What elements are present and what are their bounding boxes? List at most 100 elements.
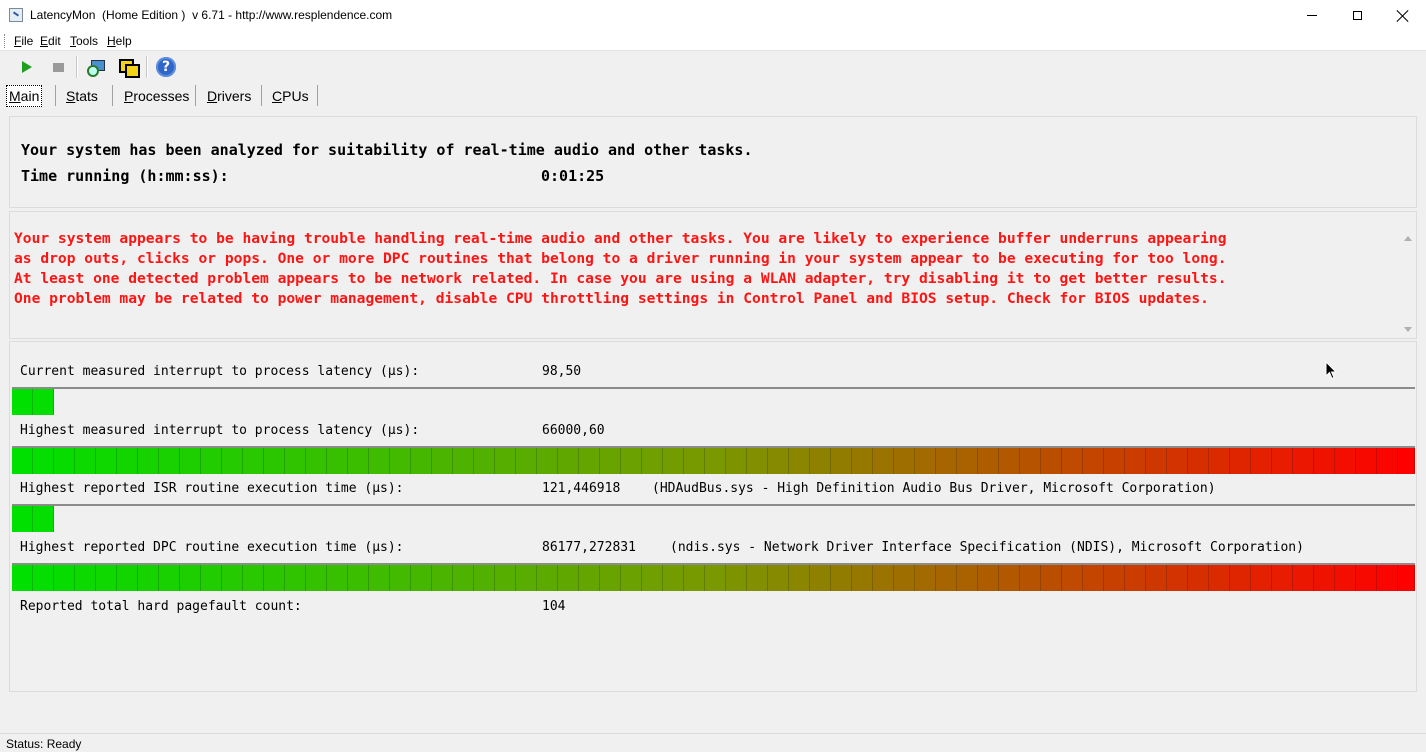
warning-line: One problem may be related to power mana… [14, 290, 1209, 307]
bar-segment [12, 389, 33, 415]
bar-segment [180, 565, 201, 591]
latencymon-app-icon [9, 8, 23, 22]
bar-segment [516, 565, 537, 591]
bar-segment [369, 448, 390, 474]
menu-help[interactable]: Help [107, 34, 132, 48]
bar-segment [1020, 565, 1041, 591]
bar-segment [810, 448, 831, 474]
tab-separator [317, 85, 318, 106]
bar-segment [1251, 565, 1272, 591]
menu-file[interactable]: File [14, 34, 33, 48]
bar-segment [1293, 565, 1314, 591]
menu-tools[interactable]: Tools [70, 34, 98, 48]
isr-driver-info: (HDAudBus.sys - High Definition Audio Bu… [652, 481, 1216, 496]
bar-segment [726, 565, 747, 591]
bar-segment [474, 448, 495, 474]
bar-segment [264, 565, 285, 591]
bar-segment [1335, 565, 1356, 591]
bar-segment [33, 565, 54, 591]
bar-segment [1146, 448, 1167, 474]
report-button[interactable] [84, 55, 108, 79]
summary-headline: Your system has been analyzed for suitab… [21, 141, 753, 159]
pagefault-count-value: 104 [542, 599, 566, 614]
bar-segment [978, 565, 999, 591]
scroll-up-arrow-icon[interactable] [1404, 236, 1412, 241]
current-latency-bar [12, 387, 1415, 415]
bar-segment [621, 565, 642, 591]
tab-stats[interactable]: Stats [64, 86, 100, 106]
bar-segment [684, 448, 705, 474]
bar-segment [348, 565, 369, 591]
bar-segment [411, 565, 432, 591]
tab-separator [261, 85, 262, 106]
bar-segment [117, 565, 138, 591]
bar-segment [936, 565, 957, 591]
bar-segment [1041, 448, 1062, 474]
bar-segment [327, 565, 348, 591]
analysis-summary-panel: Your system has been analyzed for suitab… [9, 116, 1417, 208]
stop-icon [52, 62, 64, 72]
tab-cpus[interactable]: CPUs [270, 86, 311, 106]
bar-segment [810, 565, 831, 591]
bar-segment [600, 448, 621, 474]
bar-segment [12, 565, 33, 591]
help-button[interactable]: ? [154, 55, 178, 79]
maximize-button[interactable] [1334, 0, 1380, 31]
bar-segment [33, 389, 54, 415]
bar-segment [999, 448, 1020, 474]
bar-segment [285, 448, 306, 474]
bar-segment [726, 448, 747, 474]
scroll-down-arrow-icon[interactable] [1404, 327, 1412, 332]
bar-segment [579, 565, 600, 591]
bar-segment [96, 448, 117, 474]
bar-segment [1167, 565, 1188, 591]
stop-button[interactable] [46, 55, 70, 79]
bar-segment [1083, 565, 1104, 591]
bar-segment [1104, 565, 1125, 591]
toolbar-separator [146, 56, 148, 78]
close-button[interactable] [1380, 0, 1426, 31]
time-running-value: 0:01:25 [541, 167, 605, 185]
bar-segment [558, 565, 579, 591]
bar-segment [915, 565, 936, 591]
bar-segment [264, 448, 285, 474]
bar-segment [1188, 448, 1209, 474]
bar-segment [1314, 565, 1335, 591]
warning-panel[interactable]: Your system appears to be having trouble… [9, 211, 1417, 339]
bar-segment [390, 448, 411, 474]
tab-processes[interactable]: Processes [122, 86, 191, 106]
tab-main[interactable]: Main [6, 85, 43, 107]
bar-segment [285, 565, 306, 591]
bar-segment [768, 448, 789, 474]
bar-segment [54, 565, 75, 591]
play-icon [22, 61, 32, 73]
bar-segment [411, 448, 432, 474]
copy-icon [118, 58, 140, 78]
bar-segment [306, 448, 327, 474]
bar-segment [1356, 565, 1377, 591]
bar-segment [957, 448, 978, 474]
bar-segment [1251, 448, 1272, 474]
bar-segment [978, 448, 999, 474]
status-bar: Status: Ready [0, 733, 1426, 752]
tab-drivers[interactable]: Drivers [205, 86, 253, 106]
bar-segment [852, 565, 873, 591]
bar-segment [12, 448, 33, 474]
menu-edit[interactable]: Edit [40, 34, 61, 48]
bar-segment [453, 448, 474, 474]
bar-segment [999, 565, 1020, 591]
bar-segment [1356, 448, 1377, 474]
bar-segment [1125, 448, 1146, 474]
bar-segment [915, 448, 936, 474]
copy-button[interactable] [116, 55, 140, 79]
status-text: Status: Ready [6, 737, 82, 751]
tab-separator [112, 85, 113, 106]
bar-segment [54, 448, 75, 474]
bar-segment [495, 448, 516, 474]
minimize-button[interactable] [1289, 0, 1335, 31]
bar-segment [642, 448, 663, 474]
warning-line: Your system appears to be having trouble… [14, 230, 1227, 247]
bar-segment [873, 448, 894, 474]
bar-segment [1041, 565, 1062, 591]
start-button[interactable] [15, 55, 39, 79]
